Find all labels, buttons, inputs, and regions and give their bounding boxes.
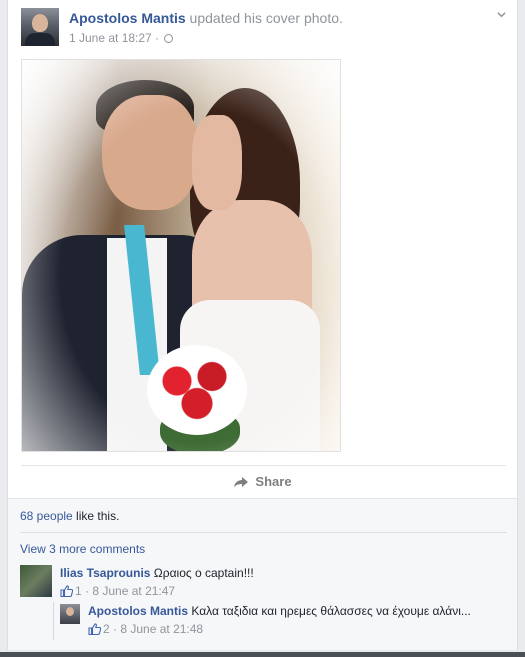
thumbs-up-icon[interactable] [88,623,101,635]
comment-time[interactable]: 8 June at 21:47 [92,584,175,598]
post-header: Apostolos Mantis updated his cover photo… [69,10,343,26]
reply-meta-separator: · [109,622,121,636]
share-label: Share [255,474,292,489]
reply-meta: 2 · 8 June at 21:48 [88,622,203,636]
author-avatar[interactable] [21,8,59,46]
thumbs-up-icon[interactable] [60,585,73,597]
share-button[interactable]: Share [8,470,517,494]
photo-vignette [22,60,340,451]
reply-author-avatar[interactable] [60,604,80,624]
post-action-text: updated his cover photo. [185,10,343,26]
likes-count-link[interactable]: 68 people [20,509,73,523]
globe-icon[interactable] [164,34,174,43]
comment-meta: 1 · 8 June at 21:47 [60,584,175,598]
actions-divider [21,465,506,466]
comment-like-count[interactable]: 1 [75,584,82,598]
meta-separator: · [151,31,163,45]
comment-body: Ilias Tsaprounis Ωραιος ο captain!!! [60,566,254,580]
commenter-avatar[interactable] [20,565,52,597]
cover-photo[interactable] [21,59,341,452]
comment-author-link[interactable]: Ilias Tsaprounis [60,566,150,580]
reply-author-link[interactable]: Apostolos Mantis [88,604,188,618]
avatar-suit [25,33,55,46]
post-card: Apostolos Mantis updated his cover photo… [7,0,518,650]
post-meta: 1 June at 18:27 · [69,31,174,45]
view-more-comments-link[interactable]: View 3 more comments [20,542,145,556]
author-name-link[interactable]: Apostolos Mantis [69,10,186,26]
reply-body: Apostolos Mantis Καλα ταξιδια και ηρεμες… [88,604,471,618]
likes-suffix: like this. [72,509,120,523]
reply-thread-line [53,602,54,640]
window-bottom-edge [0,652,525,657]
likes-summary: 68 people like this. [20,509,119,523]
share-arrow-icon [234,477,249,488]
reply-text: Καλα ταξιδια και ηρεμες θάλασσες να έχου… [188,604,471,618]
avatar-face [32,14,48,32]
comment-meta-separator: · [81,584,93,598]
reply-avatar-face [66,607,74,616]
likes-divider [20,532,507,533]
post-footer: 68 people like this. View 3 more comment… [8,498,517,650]
chevron-down-icon[interactable] [497,10,506,19]
reply-time[interactable]: 8 June at 21:48 [120,622,203,636]
comment-text: Ωραιος ο captain!!! [150,566,254,580]
reply-like-count[interactable]: 2 [103,622,110,636]
post-timestamp[interactable]: 1 June at 18:27 [69,31,152,45]
